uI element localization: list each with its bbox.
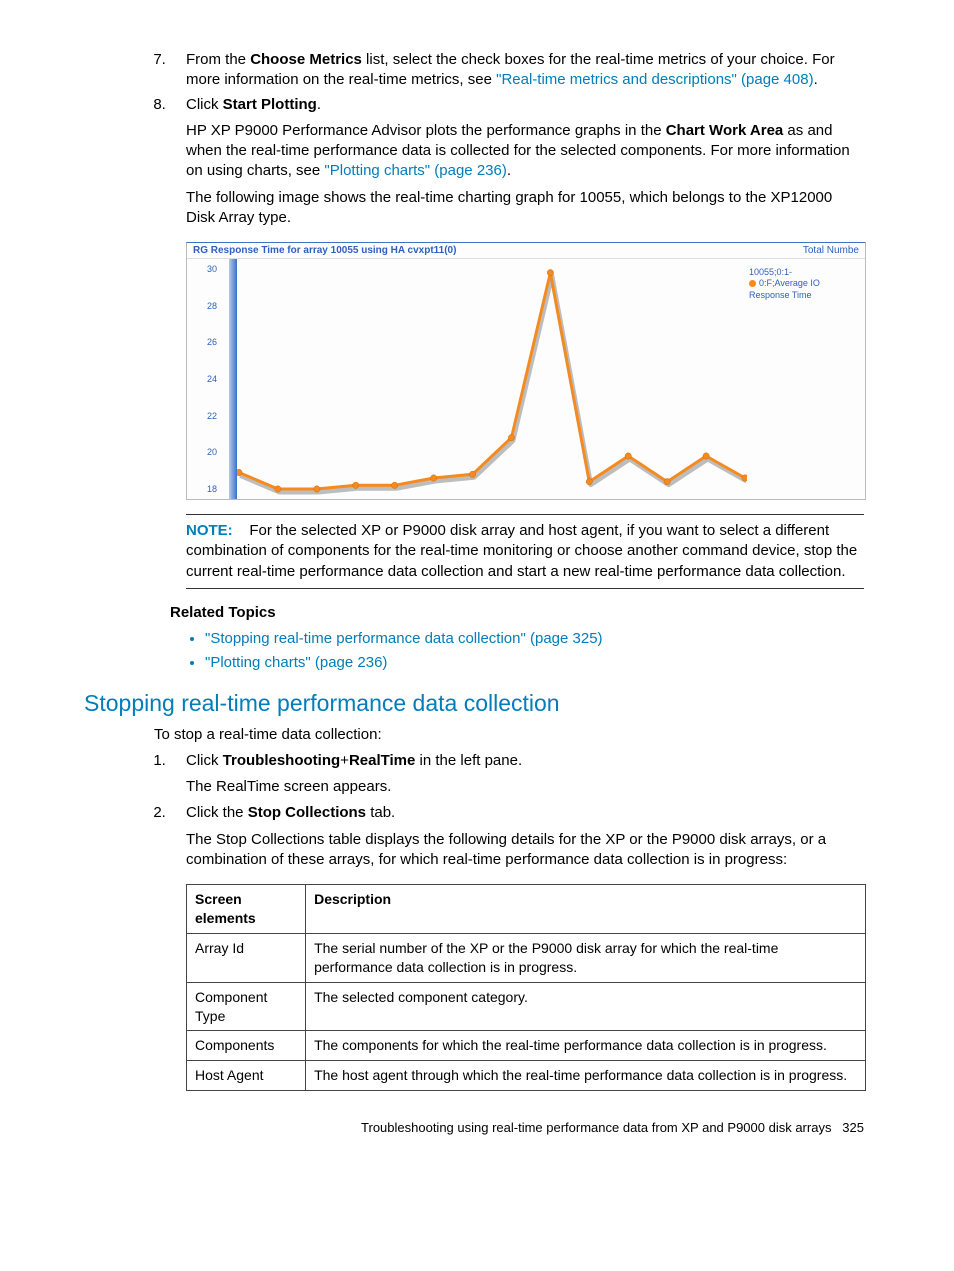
related-topic-link[interactable]: "Stopping real-time performance data col…	[205, 630, 603, 647]
table-header: Screen elements	[187, 885, 306, 934]
s2s2c: tab.	[366, 804, 395, 821]
legend-line2: 0:F;Average IO	[759, 278, 820, 288]
table-cell: The components for which the real-time p…	[306, 1031, 866, 1061]
s2s1c: +	[340, 752, 349, 769]
related-topics-heading: Related Topics	[170, 603, 864, 623]
step8-text-a: Click	[186, 96, 223, 113]
table-cell: The selected component category.	[306, 982, 866, 1031]
section2-step1: Click Troubleshooting+RealTime in the le…	[170, 751, 864, 798]
section-heading: Stopping real-time performance data coll…	[84, 688, 864, 719]
step8-p2b: Chart Work Area	[666, 122, 784, 139]
y-tick-label: 20	[187, 446, 217, 458]
related-topics-list: "Stopping real-time performance data col…	[110, 629, 864, 674]
table-row: Host AgentThe host agent through which t…	[187, 1061, 866, 1091]
s2s1p: The RealTime screen appears.	[186, 777, 864, 797]
chart-y-axis: 30 28 26 24 22 20 18	[187, 259, 237, 499]
step8-p2a: HP XP P9000 Performance Advisor plots th…	[186, 122, 666, 139]
note-block: NOTE: For the selected XP or P9000 disk …	[186, 514, 864, 589]
step8-para3: The following image shows the real-time …	[186, 188, 864, 229]
screen-elements-table: Screen elementsDescriptionArray IdThe se…	[186, 884, 866, 1091]
note-label: NOTE:	[186, 522, 233, 539]
chart-plot-area	[237, 259, 747, 499]
note-text: For the selected XP or P9000 disk array …	[186, 522, 857, 580]
section2-intro: To stop a real-time data collection:	[154, 725, 864, 745]
legend-marker-icon	[749, 280, 756, 287]
s2s2a: Click the	[186, 804, 248, 821]
chart-title-right: Total Numbe	[803, 243, 859, 258]
s2s2p: The Stop Collections table displays the …	[186, 830, 864, 871]
table-cell: Component Type	[187, 982, 306, 1031]
step7-text-a: From the	[186, 51, 250, 68]
table-header: Description	[306, 885, 866, 934]
step7-text-d: .	[814, 71, 818, 88]
related-topic-item: "Stopping real-time performance data col…	[205, 629, 864, 649]
s2s1b: Troubleshooting	[223, 752, 341, 769]
step8-bold: Start Plotting	[223, 96, 317, 113]
step8-link[interactable]: "Plotting charts" (page 236)	[324, 162, 506, 179]
table-row: Array IdThe serial number of the XP or t…	[187, 933, 866, 982]
chart-figure: RG Response Time for array 10055 using H…	[186, 242, 866, 500]
s2s1d: RealTime	[349, 752, 415, 769]
y-tick-label: 28	[187, 300, 217, 312]
table-cell: Host Agent	[187, 1061, 306, 1091]
table-row: ComponentsThe components for which the r…	[187, 1031, 866, 1061]
step-8: Click Start Plotting. HP XP P9000 Perfor…	[170, 95, 864, 589]
step8-text-c: .	[317, 96, 321, 113]
chart-legend: 10055;0:1- 0:F;Average IO Response Time	[747, 259, 865, 499]
table-cell: Components	[187, 1031, 306, 1061]
y-tick-label: 30	[187, 263, 217, 275]
step-7: From the Choose Metrics list, select the…	[170, 50, 864, 91]
step7-bold: Choose Metrics	[250, 51, 362, 68]
footer-text: Troubleshooting using real-time performa…	[361, 1120, 831, 1135]
footer-page-number: 325	[842, 1120, 864, 1135]
y-tick-label: 26	[187, 336, 217, 348]
step7-link[interactable]: "Real-time metrics and descriptions" (pa…	[496, 71, 813, 88]
y-tick-label: 24	[187, 373, 217, 385]
page-footer: Troubleshooting using real-time performa…	[110, 1119, 864, 1137]
step8-p2d: .	[507, 162, 511, 179]
y-tick-label: 22	[187, 410, 217, 422]
related-topic-link[interactable]: "Plotting charts" (page 236)	[205, 654, 387, 671]
legend-line1: 10055;0:1-	[749, 267, 859, 278]
step8-para2: HP XP P9000 Performance Advisor plots th…	[186, 121, 864, 182]
table-cell: Array Id	[187, 933, 306, 982]
table-cell: The host agent through which the real-ti…	[306, 1061, 866, 1091]
s2s2b: Stop Collections	[248, 804, 366, 821]
section2-step2: Click the Stop Collections tab. The Stop…	[170, 803, 864, 870]
chart-title: RG Response Time for array 10055 using H…	[193, 243, 456, 258]
related-topic-item: "Plotting charts" (page 236)	[205, 653, 864, 673]
table-cell: The serial number of the XP or the P9000…	[306, 933, 866, 982]
s2s1e: in the left pane.	[415, 752, 522, 769]
s2s1a: Click	[186, 752, 223, 769]
y-tick-label: 18	[187, 483, 217, 495]
legend-line3: Response Time	[749, 290, 859, 301]
table-row: Component TypeThe selected component cat…	[187, 982, 866, 1031]
